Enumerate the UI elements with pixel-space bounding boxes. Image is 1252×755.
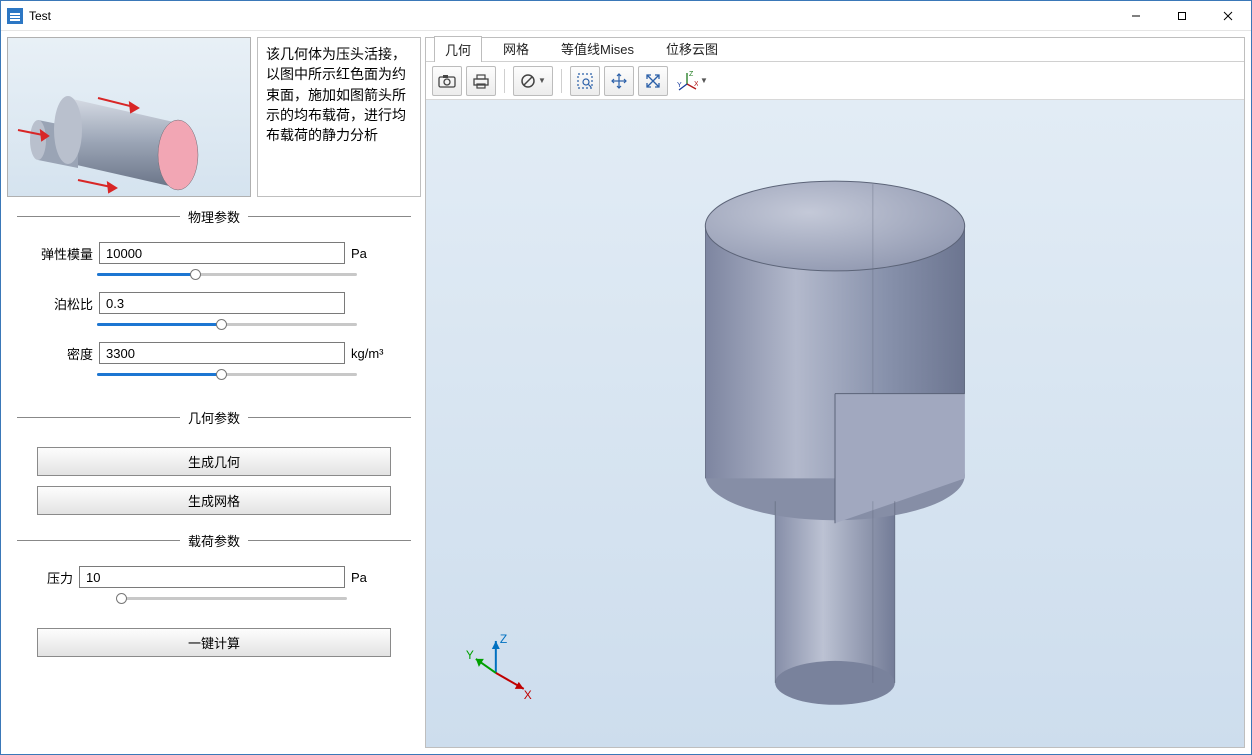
density-unit: kg/m³	[351, 346, 391, 361]
model-render: Z X Y	[426, 100, 1244, 747]
load-group-title: 载荷参数	[180, 531, 248, 550]
pressure-row: 压力 Pa	[37, 566, 391, 588]
titlebar: Test	[1, 1, 1251, 31]
viewport-toolbar: ▼ Z X Y	[426, 62, 1244, 100]
elastic-modulus-label: 弹性模量	[37, 244, 93, 263]
title-left: Test	[7, 8, 51, 24]
geometry-group-header: 几何参数	[17, 408, 411, 427]
fit-view-button[interactable]	[638, 66, 668, 96]
density-input[interactable]	[99, 342, 345, 364]
poisson-label: 泊松比	[37, 294, 93, 313]
triad-x-label: X	[524, 688, 532, 702]
physics-group-header: 物理参数	[17, 207, 411, 226]
geometry-group-body: 生成几何 生成网格	[7, 433, 421, 521]
tab-mises[interactable]: 等值线Mises	[550, 35, 645, 61]
generate-geometry-button[interactable]: 生成几何	[37, 447, 391, 476]
density-slider[interactable]	[97, 368, 357, 382]
axis-triad-icon: Z X Y	[676, 70, 698, 92]
3d-viewport[interactable]: Z X Y	[426, 100, 1244, 747]
tab-displacement[interactable]: 位移云图	[655, 35, 729, 61]
tab-strip: 几何 网格 等值线Mises 位移云图	[426, 38, 1244, 62]
pressure-label: 压力	[37, 568, 73, 587]
window-title: Test	[29, 9, 51, 23]
left-panel: 该几何体为压头活接，以图中所示红色面为约束面，施加如图箭头所示的均布载荷，进行均…	[7, 37, 421, 748]
print-button[interactable]	[466, 66, 496, 96]
generate-mesh-button[interactable]: 生成网格	[37, 486, 391, 515]
pressure-unit: Pa	[351, 570, 391, 585]
density-label: 密度	[37, 344, 93, 363]
tab-mesh[interactable]: 网格	[492, 35, 540, 61]
right-panel: 几何 网格 等值线Mises 位移云图 ▼	[425, 37, 1245, 748]
elastic-modulus-input[interactable]	[99, 242, 345, 264]
minimize-button[interactable]	[1113, 1, 1159, 31]
svg-text:X: X	[694, 81, 698, 88]
body: 该几何体为压头活接，以图中所示红色面为约束面，施加如图箭头所示的均布载荷，进行均…	[1, 31, 1251, 754]
pan-button[interactable]	[604, 66, 634, 96]
load-group-body: 压力 Pa 一键计算	[7, 556, 421, 663]
dropdown-arrow-icon: ▼	[538, 76, 546, 85]
elastic-modulus-unit: Pa	[351, 246, 391, 261]
close-button[interactable]	[1205, 1, 1251, 31]
maximize-button[interactable]	[1159, 1, 1205, 31]
svg-text:Z: Z	[689, 71, 694, 78]
geometry-group-title: 几何参数	[180, 408, 248, 427]
poisson-slider[interactable]	[97, 318, 357, 332]
svg-text:Y: Y	[677, 82, 682, 89]
app-icon	[7, 8, 23, 24]
tab-geometry[interactable]: 几何	[434, 36, 482, 62]
dropdown-arrow-icon: ▼	[700, 76, 708, 85]
pressure-slider[interactable]	[117, 592, 347, 606]
top-row: 该几何体为压头活接，以图中所示红色面为约束面，施加如图箭头所示的均布载荷，进行均…	[7, 37, 421, 197]
compute-button[interactable]: 一键计算	[37, 628, 391, 657]
triad-z-label: Z	[500, 632, 507, 646]
triad-y-label: Y	[466, 648, 474, 662]
elastic-modulus-slider[interactable]	[97, 268, 357, 282]
poisson-input[interactable]	[99, 292, 345, 314]
poisson-row: 泊松比	[37, 292, 391, 314]
viewport-triad: Z X Y	[466, 632, 532, 702]
move-arrows-icon	[610, 72, 628, 90]
no-symbol-icon	[520, 73, 536, 89]
density-row: 密度 kg/m³	[37, 342, 391, 364]
elastic-modulus-row: 弹性模量 Pa	[37, 242, 391, 264]
toolbar-separator	[561, 69, 562, 93]
app-window: Test	[0, 0, 1252, 755]
pressure-input[interactable]	[79, 566, 345, 588]
camera-icon	[438, 73, 456, 89]
physics-group-title: 物理参数	[180, 207, 248, 226]
window-buttons	[1113, 1, 1251, 31]
printer-icon	[472, 73, 490, 89]
fit-icon	[644, 72, 662, 90]
geometry-thumbnail	[7, 37, 251, 197]
zoom-area-icon	[576, 72, 594, 90]
zoom-area-button[interactable]	[570, 66, 600, 96]
physics-group-body: 弹性模量 Pa 泊松比 密度 kg/m³	[7, 232, 421, 398]
forbid-button[interactable]: ▼	[513, 66, 553, 96]
toolbar-separator	[504, 69, 505, 93]
load-group-header: 载荷参数	[17, 531, 411, 550]
screenshot-button[interactable]	[432, 66, 462, 96]
axis-triad-button[interactable]: Z X Y ▼	[672, 66, 712, 96]
description-box: 该几何体为压头活接，以图中所示红色面为约束面，施加如图箭头所示的均布载荷，进行均…	[257, 37, 421, 197]
